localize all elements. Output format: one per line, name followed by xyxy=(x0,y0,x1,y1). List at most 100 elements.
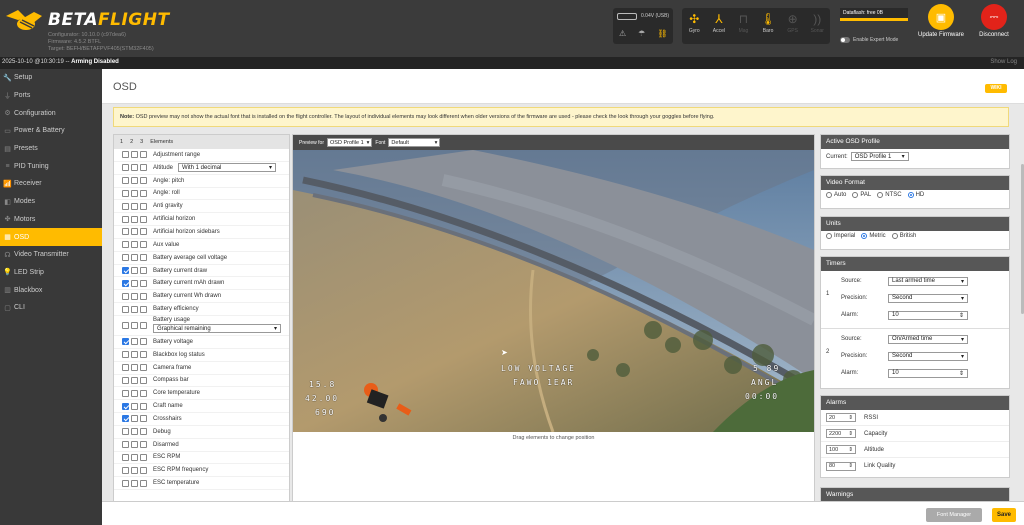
sidebar-item-osd[interactable]: ▦ OSD xyxy=(0,228,102,246)
font-select[interactable]: Default ▾ xyxy=(388,138,441,147)
video-format-ntsc[interactable]: NTSC xyxy=(877,192,902,198)
sidebar-item-motors[interactable]: ✤ Motors xyxy=(0,211,102,229)
sidebar-item-setup[interactable]: 🔧 Setup xyxy=(0,69,102,87)
profile-3-checkbox[interactable] xyxy=(140,177,147,185)
profile-2-checkbox[interactable] xyxy=(131,466,138,474)
profile-2-checkbox[interactable] xyxy=(131,428,138,436)
radio-button[interactable] xyxy=(907,192,914,198)
sidebar-item-modes[interactable]: ◧ Modes xyxy=(0,193,102,211)
sidebar-item-power-battery[interactable]: ▭ Power & Battery xyxy=(0,122,102,140)
profile-1-checkbox[interactable] xyxy=(122,202,129,210)
sidebar-item-receiver[interactable]: 📶 Receiver xyxy=(0,175,102,193)
radio-button[interactable] xyxy=(861,233,868,239)
profile-1-checkbox[interactable] xyxy=(122,402,129,410)
profile-3-checkbox[interactable] xyxy=(140,151,147,159)
sidebar-item-blackbox[interactable]: ▥ Blackbox xyxy=(0,281,102,299)
show-log-link[interactable]: Show Log xyxy=(990,59,1017,65)
timer-1-source-select[interactable]: Last armed time ▾ xyxy=(888,276,968,286)
units-metric[interactable]: Metric xyxy=(861,233,886,239)
profile-1-checkbox[interactable] xyxy=(122,466,129,474)
profile-3-checkbox[interactable] xyxy=(140,338,147,346)
osd-battery-voltage[interactable]: 15.8 xyxy=(309,380,336,389)
font-manager-button[interactable]: Font Manager xyxy=(926,508,982,522)
timer-2-source-select[interactable]: On/Armed time ▾ xyxy=(888,334,968,344)
disconnect-button[interactable]: ⎓ Disconnect xyxy=(970,4,1018,52)
profile-2-checkbox[interactable] xyxy=(131,321,138,329)
profile-3-checkbox[interactable] xyxy=(140,479,147,487)
profile-1-checkbox[interactable] xyxy=(122,228,129,236)
profile-1-checkbox[interactable] xyxy=(122,241,129,249)
timer-1-alarm-input[interactable]: 10 ⇕ xyxy=(888,310,968,320)
profile-1-checkbox[interactable] xyxy=(122,428,129,436)
profile-2-checkbox[interactable] xyxy=(131,364,138,372)
profile-3-checkbox[interactable] xyxy=(140,215,147,223)
radio-button[interactable] xyxy=(826,192,832,198)
profile-2-checkbox[interactable] xyxy=(131,241,138,249)
profile-1-checkbox[interactable] xyxy=(122,254,129,262)
sidebar-item-configuration[interactable]: ⚙ Configuration xyxy=(0,104,102,122)
profile-2-checkbox[interactable] xyxy=(131,164,138,172)
radio-button[interactable] xyxy=(877,192,884,198)
timer-1-precision-select[interactable]: Second ▾ xyxy=(888,293,968,303)
profile-2-checkbox[interactable] xyxy=(131,453,138,461)
sidebar-item-presets[interactable]: ▤ Presets xyxy=(0,140,102,158)
profile-1-checkbox[interactable] xyxy=(122,389,129,397)
profile-2-checkbox[interactable] xyxy=(131,351,138,359)
sidebar-item-pid-tuning[interactable]: ≡ PID Tuning xyxy=(0,157,102,175)
update-firmware-button[interactable]: ▣ Update Firmware xyxy=(917,4,965,52)
profile-3-checkbox[interactable] xyxy=(140,389,147,397)
osd-mah-drawn[interactable]: 690 xyxy=(315,408,335,417)
video-format-auto[interactable]: Auto xyxy=(826,192,846,198)
profile-1-checkbox[interactable] xyxy=(122,364,129,372)
osd-timer[interactable]: 00:00 xyxy=(745,392,779,401)
profile-1-checkbox[interactable] xyxy=(122,189,129,197)
profile-1-checkbox[interactable] xyxy=(122,376,129,384)
osd-current-draw[interactable]: 42.00 xyxy=(305,394,339,403)
profile-3-checkbox[interactable] xyxy=(140,415,147,423)
units-imperial[interactable]: Imperial xyxy=(826,233,855,239)
timer-2-alarm-input[interactable]: 10 ⇕ xyxy=(888,368,968,378)
profile-2-checkbox[interactable] xyxy=(131,228,138,236)
profile-1-checkbox[interactable] xyxy=(122,279,129,287)
profile-2-checkbox[interactable] xyxy=(131,177,138,185)
radio-button[interactable] xyxy=(826,233,832,239)
osd-warning-secondary[interactable]: FAWO 1EAR xyxy=(513,378,574,387)
profile-2-checkbox[interactable] xyxy=(131,189,138,197)
element-variant-select[interactable]: Graphical remaining ▾ xyxy=(153,324,281,334)
profile-3-checkbox[interactable] xyxy=(140,376,147,384)
profile-2-checkbox[interactable] xyxy=(131,389,138,397)
profile-1-checkbox[interactable] xyxy=(122,164,129,172)
save-button[interactable]: Save xyxy=(992,508,1016,522)
profile-3-checkbox[interactable] xyxy=(140,164,147,172)
alarm-capacity-input[interactable]: 2200 ⇕ xyxy=(826,429,856,438)
profile-2-checkbox[interactable] xyxy=(131,376,138,384)
profile-1-checkbox[interactable] xyxy=(122,479,129,487)
profile-2-checkbox[interactable] xyxy=(131,267,138,275)
sidebar-item-led-strip[interactable]: 💡 LED Strip xyxy=(0,264,102,282)
profile-2-checkbox[interactable] xyxy=(131,338,138,346)
profile-3-checkbox[interactable] xyxy=(140,321,147,329)
alarm-rssi-input[interactable]: 20 ⇕ xyxy=(826,413,856,422)
video-preview[interactable]: LOW VOLTAGE FAWO 1EAR 15.8 42.00 690 5 8… xyxy=(293,150,814,432)
alarm-altitude-input[interactable]: 100 ⇕ xyxy=(826,445,856,454)
profile-2-checkbox[interactable] xyxy=(131,479,138,487)
profile-1-checkbox[interactable] xyxy=(122,441,129,449)
osd-right-value-1[interactable]: 5 89 xyxy=(753,364,780,373)
video-format-pal[interactable]: PAL xyxy=(852,192,871,198)
profile-1-checkbox[interactable] xyxy=(122,305,129,313)
active-profile-select[interactable]: OSD Profile 1 ▾ xyxy=(850,152,909,161)
toggle-switch[interactable] xyxy=(840,37,850,43)
profile-3-checkbox[interactable] xyxy=(140,428,147,436)
profile-2-checkbox[interactable] xyxy=(131,415,138,423)
alarm-link-quality-input[interactable]: 80 ⇕ xyxy=(826,461,856,471)
profile-1-checkbox[interactable] xyxy=(122,415,129,423)
profile-3-checkbox[interactable] xyxy=(140,279,147,287)
sidebar-item-cli[interactable]: ▢ CLI xyxy=(0,299,102,317)
expert-mode-toggle[interactable]: Enable Expert Mode xyxy=(840,37,898,43)
profile-1-checkbox[interactable] xyxy=(122,453,129,461)
profile-3-checkbox[interactable] xyxy=(140,189,147,197)
profile-2-checkbox[interactable] xyxy=(131,151,138,159)
profile-3-checkbox[interactable] xyxy=(140,228,147,236)
profile-3-checkbox[interactable] xyxy=(140,453,147,461)
video-format-hd[interactable]: HD xyxy=(907,192,924,198)
